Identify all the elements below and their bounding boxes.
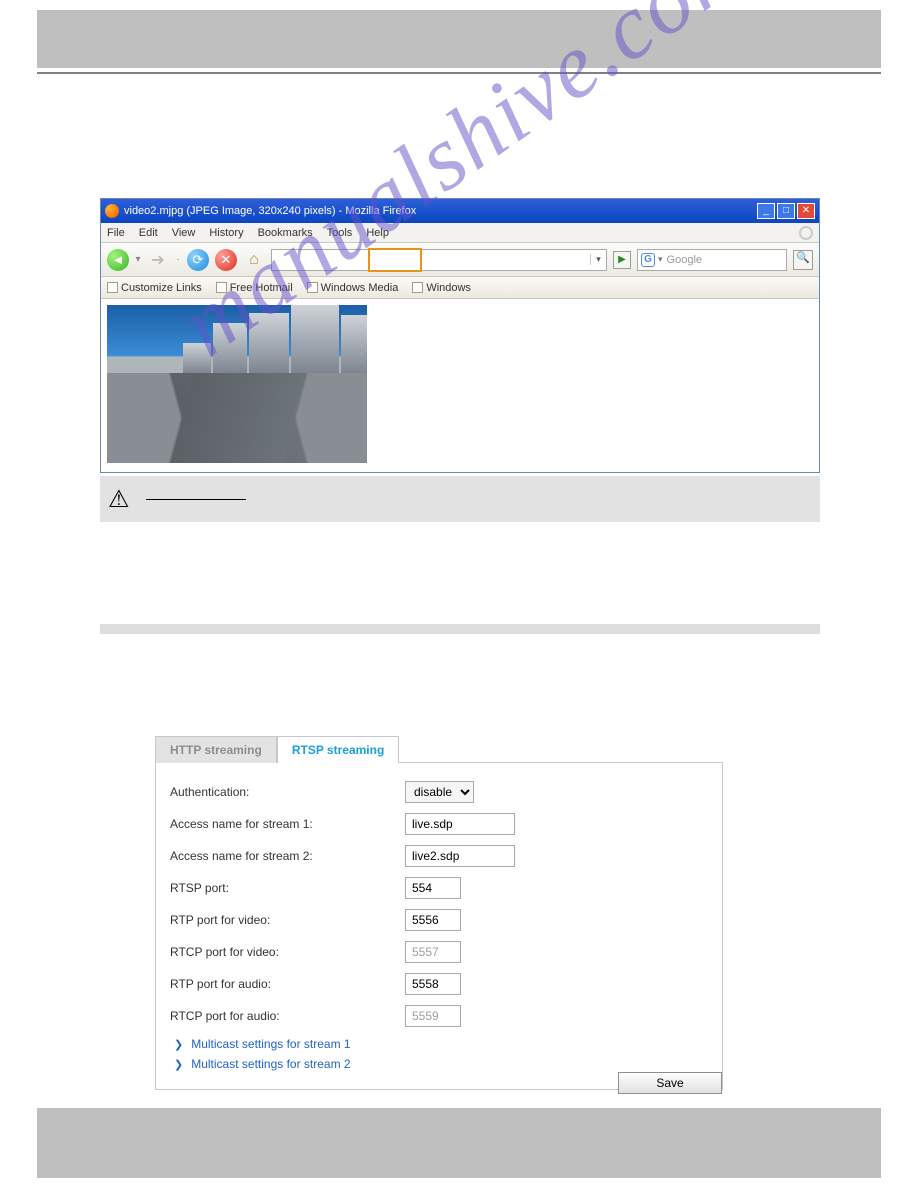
url-highlight xyxy=(368,248,422,272)
rtp-video-input[interactable] xyxy=(405,909,461,931)
rtp-audio-label: RTP port for audio: xyxy=(170,977,405,991)
back-button[interactable]: ◄ xyxy=(107,249,129,271)
streaming-settings-panel: HTTP streaming RTSP streaming Authentica… xyxy=(155,735,723,1090)
browser-title: video2.mjpg (JPEG Image, 320x240 pixels)… xyxy=(124,205,416,217)
bookmark-customize-links[interactable]: Customize Links xyxy=(107,282,202,294)
rtp-video-label: RTP port for video: xyxy=(170,913,405,927)
menu-file[interactable]: File xyxy=(107,227,125,239)
search-box[interactable]: G ▾ Google xyxy=(637,249,787,271)
browser-menu-bar: File Edit View History Bookmarks Tools H… xyxy=(101,223,819,243)
menu-edit[interactable]: Edit xyxy=(139,227,158,239)
footer-band xyxy=(37,1108,881,1178)
firefox-icon xyxy=(105,204,119,218)
header-band xyxy=(37,10,881,68)
multicast-stream2-expand[interactable]: ❯ Multicast settings for stream 2 xyxy=(174,1057,708,1071)
reload-button[interactable]: ⟳ xyxy=(187,249,209,271)
access1-input[interactable] xyxy=(405,813,515,835)
auth-label: Authentication: xyxy=(170,785,405,799)
close-button[interactable]: ✕ xyxy=(797,203,815,219)
section-divider xyxy=(100,624,820,634)
video-preview xyxy=(107,305,367,463)
save-button[interactable]: Save xyxy=(618,1072,722,1094)
access1-label: Access name for stream 1: xyxy=(170,817,405,831)
bookmark-windows-media[interactable]: Windows Media xyxy=(307,282,399,294)
nav-separator: · xyxy=(175,254,181,265)
bookmark-windows[interactable]: Windows xyxy=(412,282,471,294)
browser-title-bar: video2.mjpg (JPEG Image, 320x240 pixels)… xyxy=(101,199,819,223)
forward-button[interactable]: ➔ xyxy=(147,249,169,271)
search-placeholder: Google xyxy=(667,254,702,266)
rtcp-video-label: RTCP port for video: xyxy=(170,945,405,959)
bookmark-toolbar: Customize Links Free Hotmail Windows Med… xyxy=(101,277,819,299)
rtsp-pane: Authentication: disable Access name for … xyxy=(155,762,723,1090)
note-box: ⚠ xyxy=(100,476,820,522)
tab-http-streaming[interactable]: HTTP streaming xyxy=(155,736,277,763)
access2-input[interactable] xyxy=(405,845,515,867)
rtsp-port-input[interactable] xyxy=(405,877,461,899)
auth-select[interactable]: disable xyxy=(405,781,474,803)
bookmark-free-hotmail[interactable]: Free Hotmail xyxy=(216,282,293,294)
menu-tools[interactable]: Tools xyxy=(327,227,353,239)
rtcp-audio-label: RTCP port for audio: xyxy=(170,1009,405,1023)
header-underline xyxy=(37,72,881,74)
warning-icon: ⚠ xyxy=(108,485,138,514)
maximize-button[interactable]: □ xyxy=(777,203,795,219)
access2-label: Access name for stream 2: xyxy=(170,849,405,863)
search-button[interactable]: 🔍 xyxy=(793,250,813,270)
rtsp-port-label: RTSP port: xyxy=(170,881,405,895)
browser-content xyxy=(101,299,819,472)
multicast-stream1-expand[interactable]: ❯ Multicast settings for stream 1 xyxy=(174,1037,708,1051)
home-button[interactable]: ⌂ xyxy=(243,249,265,271)
back-dropdown[interactable]: ▾ xyxy=(135,254,141,265)
tab-rtsp-streaming[interactable]: RTSP streaming xyxy=(277,736,399,763)
note-underline xyxy=(146,499,246,500)
minimize-button[interactable]: _ xyxy=(757,203,775,219)
menu-bookmarks[interactable]: Bookmarks xyxy=(258,227,313,239)
rtcp-video-input xyxy=(405,941,461,963)
go-button[interactable]: ▶ xyxy=(613,251,631,269)
throbber-icon xyxy=(799,226,813,240)
rtp-audio-input[interactable] xyxy=(405,973,461,995)
stop-button[interactable]: ✕ xyxy=(215,249,237,271)
menu-history[interactable]: History xyxy=(209,227,243,239)
chevron-right-icon: ❯ xyxy=(174,1038,183,1051)
rtcp-audio-input xyxy=(405,1005,461,1027)
chevron-right-icon: ❯ xyxy=(174,1058,183,1071)
browser-nav-bar: ◄ ▾ ➔ · ⟳ ✕ ⌂ ▾ ▶ G ▾ Google 🔍 xyxy=(101,243,819,277)
url-bar[interactable]: ▾ xyxy=(271,249,607,271)
menu-view[interactable]: View xyxy=(172,227,196,239)
menu-help[interactable]: Help xyxy=(366,227,389,239)
browser-window: video2.mjpg (JPEG Image, 320x240 pixels)… xyxy=(100,198,820,473)
url-dropdown[interactable]: ▾ xyxy=(590,254,606,265)
google-icon: G xyxy=(641,253,655,267)
